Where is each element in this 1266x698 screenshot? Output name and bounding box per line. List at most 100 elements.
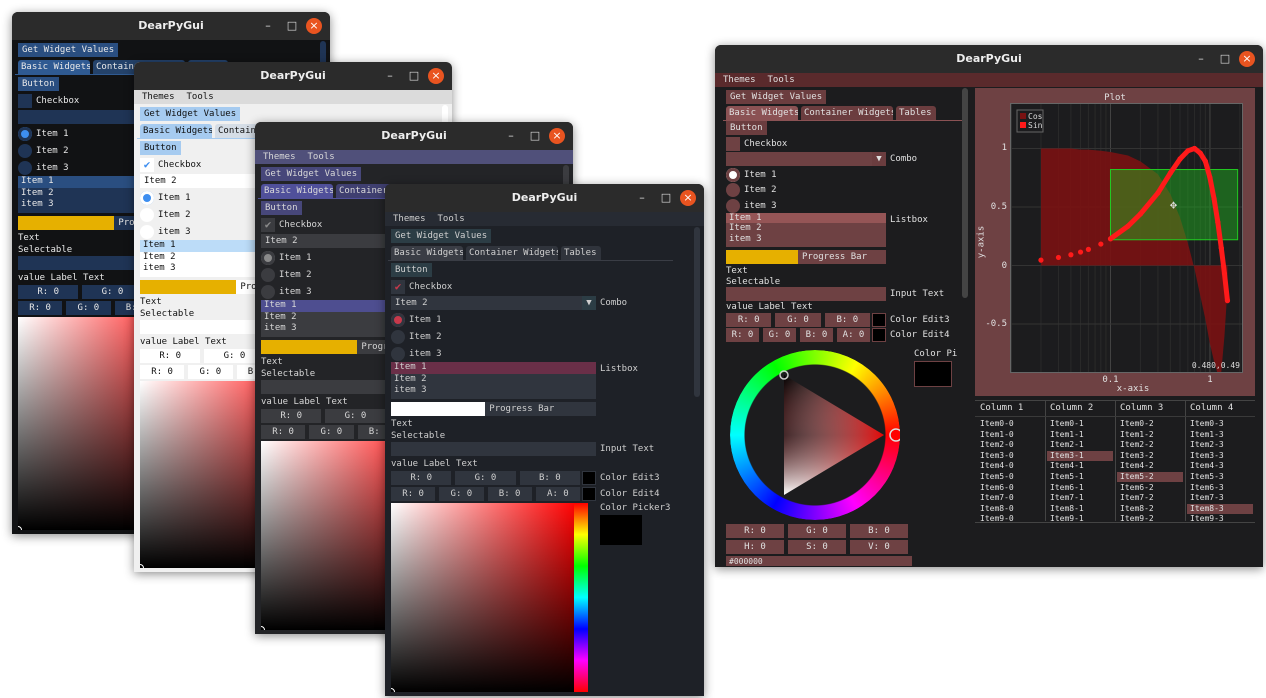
listbox-item[interactable]: item 3 bbox=[726, 234, 886, 245]
color-swatch[interactable] bbox=[582, 487, 596, 501]
table-cell[interactable]: Item2-3 bbox=[1187, 440, 1253, 450]
table-cell[interactable]: Item4-1 bbox=[1047, 461, 1113, 471]
color-field[interactable]: G: 0 bbox=[439, 487, 484, 501]
table-cell[interactable]: Item4-0 bbox=[977, 461, 1043, 471]
scrollbar[interactable] bbox=[962, 88, 968, 299]
tab-basic-widgets[interactable]: Basic Widgets bbox=[391, 246, 463, 260]
color-field[interactable]: R: 0 bbox=[18, 285, 79, 299]
text-input[interactable] bbox=[726, 286, 886, 301]
maximize-button[interactable]: □ bbox=[1217, 51, 1233, 67]
radio-button[interactable] bbox=[18, 144, 32, 158]
color-picker-square[interactable] bbox=[391, 503, 577, 692]
minimize-button[interactable]: – bbox=[260, 18, 276, 34]
checkbox-box[interactable]: ✔ bbox=[261, 218, 275, 232]
table-cell[interactable]: Item8-0 bbox=[977, 504, 1043, 514]
hue-bar[interactable] bbox=[574, 503, 588, 692]
get-widget-values-button[interactable]: Get Widget Values bbox=[726, 90, 827, 104]
picker-field[interactable]: B: 0 bbox=[850, 524, 908, 538]
get-widget-values-button[interactable]: Get Widget Values bbox=[391, 229, 492, 243]
minimize-button[interactable]: – bbox=[1193, 51, 1209, 67]
chevron-down-icon[interactable]: ▼ bbox=[872, 151, 886, 166]
button[interactable]: Button bbox=[391, 263, 432, 277]
button[interactable]: Button bbox=[140, 141, 181, 155]
close-button[interactable]: × bbox=[680, 190, 696, 206]
saturation-value-triangle[interactable] bbox=[730, 350, 900, 520]
selectable[interactable]: Selectable bbox=[140, 307, 194, 321]
picker-cursor[interactable] bbox=[391, 688, 395, 692]
listbox-item[interactable]: item 3 bbox=[391, 385, 596, 397]
table-header[interactable]: Column 2 bbox=[1050, 401, 1093, 415]
title-bar[interactable]: DearPyGui – □ × bbox=[12, 12, 330, 40]
title-bar[interactable]: DearPyGui – □ × bbox=[385, 184, 704, 212]
menu-themes[interactable]: Themes bbox=[393, 212, 426, 226]
checkbox-box[interactable] bbox=[18, 94, 32, 108]
picker-cursor[interactable] bbox=[261, 626, 265, 630]
table-cell[interactable]: Item8-1 bbox=[1047, 504, 1113, 514]
listbox[interactable]: Item 1 Item 2 item 3 bbox=[726, 212, 886, 247]
color-field[interactable]: A: 0 bbox=[535, 487, 580, 501]
color-field[interactable]: G: 0 bbox=[325, 409, 386, 423]
table-cell[interactable]: Item0-3 bbox=[1187, 419, 1253, 429]
radio-button[interactable] bbox=[261, 251, 275, 265]
chevron-down-icon[interactable]: ▼ bbox=[582, 296, 596, 310]
table-cell[interactable]: Item5-0 bbox=[977, 472, 1043, 482]
get-widget-values-button[interactable]: Get Widget Values bbox=[140, 107, 241, 121]
minimize-button[interactable]: – bbox=[503, 128, 519, 144]
listbox-item[interactable]: Item 1 bbox=[726, 212, 886, 224]
radio-button[interactable] bbox=[261, 285, 275, 299]
radio-button[interactable] bbox=[140, 208, 154, 222]
combo[interactable]: Item 2 ▼ bbox=[391, 296, 596, 310]
color-field[interactable]: A: 0 bbox=[837, 328, 870, 343]
combo[interactable]: ▼ bbox=[726, 151, 886, 166]
table-cell[interactable]: Item1-0 bbox=[977, 430, 1043, 440]
color-swatch[interactable] bbox=[582, 471, 596, 485]
picker-cursor[interactable] bbox=[140, 564, 144, 568]
table-cell[interactable]: Item0-1 bbox=[1047, 419, 1113, 429]
minimize-button[interactable]: – bbox=[634, 190, 650, 206]
table-cell[interactable]: Item3-1 bbox=[1047, 450, 1113, 461]
color-field[interactable]: R: 0 bbox=[140, 349, 201, 363]
table-cell[interactable]: Item5-2 bbox=[1117, 472, 1183, 482]
menu-tools[interactable]: Tools bbox=[438, 212, 465, 226]
color-field[interactable]: G: 0 bbox=[455, 471, 516, 485]
table-cell[interactable]: Item7-0 bbox=[977, 493, 1043, 503]
menu-themes[interactable]: Themes bbox=[723, 73, 756, 87]
selectable[interactable]: Selectable bbox=[18, 243, 72, 257]
picker-field[interactable]: H: 0 bbox=[726, 540, 784, 554]
picker-hex-field[interactable]: #000000 bbox=[726, 556, 912, 566]
table-cell[interactable]: Item6-0 bbox=[977, 483, 1043, 493]
menu-tools[interactable]: Tools bbox=[187, 90, 214, 104]
tab-basic-widgets[interactable]: Basic Widgets bbox=[18, 60, 90, 74]
color-field[interactable]: R: 0 bbox=[18, 301, 63, 315]
listbox-item[interactable]: Item 2 bbox=[726, 223, 886, 234]
close-button[interactable]: × bbox=[549, 128, 565, 144]
tab-container-widgets[interactable]: Container Widgets bbox=[801, 105, 893, 120]
maximize-button[interactable]: □ bbox=[527, 128, 543, 144]
table-cell[interactable]: Item7-1 bbox=[1047, 493, 1113, 503]
table-cell[interactable]: Item3-2 bbox=[1117, 451, 1183, 461]
color-field[interactable]: G: 0 bbox=[763, 328, 796, 343]
tab-basic-widgets[interactable]: Basic Widgets bbox=[261, 184, 333, 198]
color-field[interactable]: G: 0 bbox=[188, 365, 233, 379]
menu-tools[interactable]: Tools bbox=[768, 73, 795, 87]
table-cell[interactable]: Item2-2 bbox=[1117, 440, 1183, 450]
radio-button[interactable] bbox=[391, 347, 405, 361]
table-header[interactable]: Column 4 bbox=[1190, 401, 1233, 415]
color-field[interactable]: G: 0 bbox=[309, 425, 354, 439]
table-cell[interactable]: Item6-1 bbox=[1047, 483, 1113, 493]
table-cell[interactable]: Item1-3 bbox=[1187, 430, 1253, 440]
tab-tables[interactable]: Tables bbox=[896, 105, 936, 120]
color-swatch[interactable] bbox=[872, 328, 886, 343]
title-bar[interactable]: DearPyGui – □ × bbox=[715, 45, 1263, 73]
picker-field[interactable]: G: 0 bbox=[788, 524, 846, 538]
table-header[interactable]: Column 3 bbox=[1120, 401, 1163, 415]
close-button[interactable]: × bbox=[306, 18, 322, 34]
table-cell[interactable]: Item0-2 bbox=[1117, 419, 1183, 429]
color-field[interactable]: R: 0 bbox=[391, 487, 436, 501]
table-cell[interactable]: Item7-2 bbox=[1117, 493, 1183, 503]
color-field[interactable]: B: 0 bbox=[800, 328, 833, 343]
table-cell[interactable]: Item0-0 bbox=[977, 419, 1043, 429]
color-field[interactable]: R: 0 bbox=[726, 328, 759, 343]
button[interactable]: Button bbox=[261, 201, 302, 215]
listbox[interactable]: Item 1 Item 2 item 3 bbox=[391, 362, 596, 399]
